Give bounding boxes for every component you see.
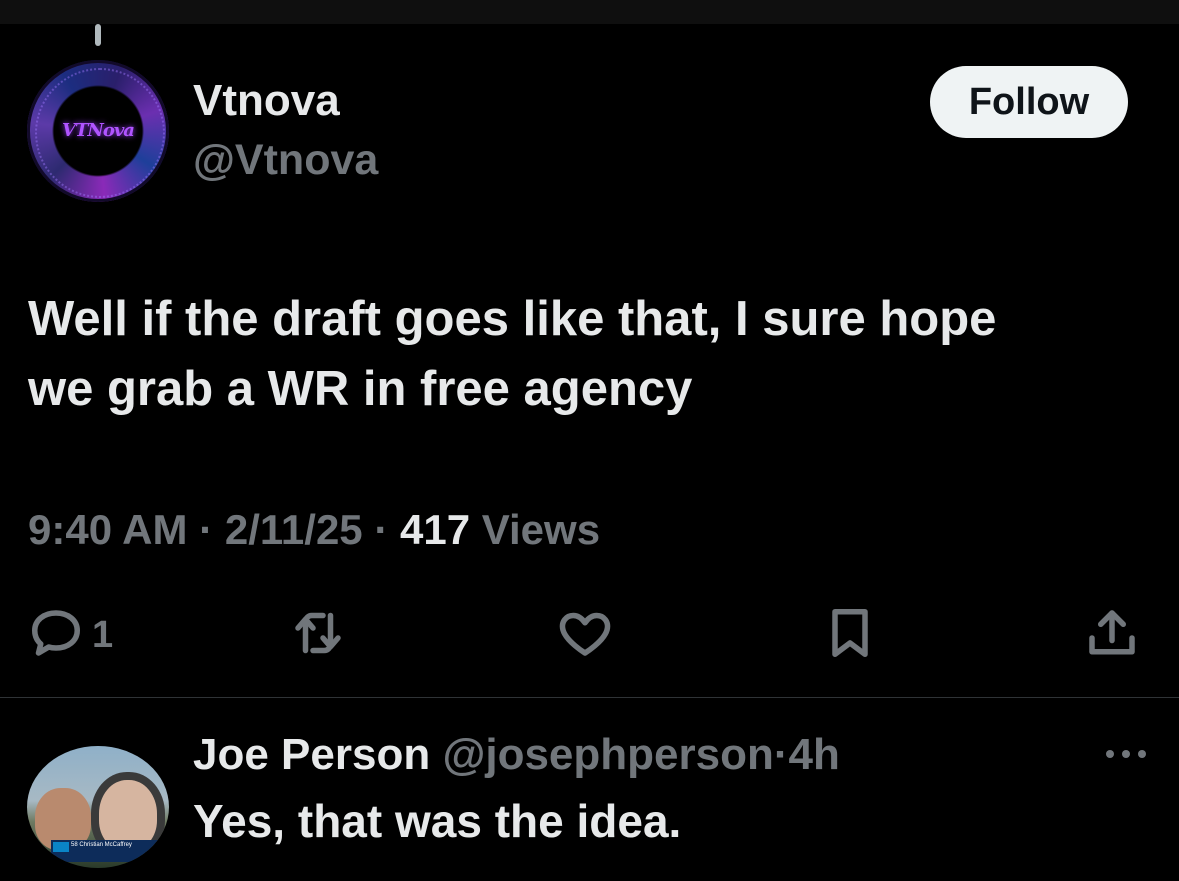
follow-button[interactable]: Follow — [930, 66, 1128, 138]
bookmark-button[interactable] — [820, 600, 880, 670]
tweet-text-line-1: Well if the draft goes like that, I sure… — [28, 292, 997, 346]
reply-icon — [26, 603, 86, 668]
reply-count: 1 — [92, 613, 114, 656]
tweet-text-line-2: we grab a WR in free agency — [28, 362, 693, 416]
reply-button[interactable]: 1 — [26, 600, 113, 670]
reply-time[interactable]: 4h — [789, 730, 840, 779]
avatar-caption: 58 Christian McCaffrey — [71, 842, 132, 848]
more-icon — [1102, 750, 1150, 770]
reply-header: Joe Person @josephperson·4h — [193, 730, 840, 780]
share-button[interactable] — [1082, 600, 1142, 670]
tweet-meta: 9:40 AM · 2/11/25 · 417 Views — [28, 506, 600, 554]
divider — [0, 697, 1179, 698]
retweet-button[interactable] — [288, 600, 348, 670]
author-avatar[interactable]: VTNova — [27, 60, 169, 202]
like-button[interactable] — [555, 600, 615, 670]
author-name[interactable]: Vtnova — [193, 76, 340, 126]
reply-separator: · — [773, 730, 789, 779]
reply-text: Yes, that was the idea. — [193, 795, 682, 847]
action-bar: 1 — [0, 600, 1179, 670]
tweet-date[interactable]: 2/11/25 — [225, 506, 363, 553]
tweet-time[interactable]: 9:40 AM — [28, 506, 188, 553]
views-label: Views — [481, 506, 601, 553]
meta-separator: · — [199, 506, 214, 553]
share-icon — [1082, 603, 1142, 668]
reply-author-handle[interactable]: @josephperson — [442, 730, 773, 779]
reply-author-name[interactable]: Joe Person — [193, 730, 430, 779]
more-options-button[interactable] — [1102, 742, 1150, 766]
meta-separator: · — [374, 506, 389, 553]
like-icon — [555, 603, 615, 668]
author-handle[interactable]: @Vtnova — [193, 136, 378, 185]
bookmark-icon — [820, 603, 880, 668]
views-count: 417 — [400, 506, 471, 553]
top-bar — [0, 0, 1179, 24]
avatar-lower-third: 58 Christian McCaffrey — [51, 840, 161, 862]
team-logo — [53, 842, 69, 852]
reply-avatar[interactable]: 58 Christian McCaffrey — [27, 746, 169, 868]
retweet-icon — [288, 603, 348, 668]
thread-connector — [95, 24, 101, 46]
tweet-text: Well if the draft goes like that, I sure… — [28, 284, 1148, 424]
avatar-logo-text: VTNova — [62, 120, 135, 141]
